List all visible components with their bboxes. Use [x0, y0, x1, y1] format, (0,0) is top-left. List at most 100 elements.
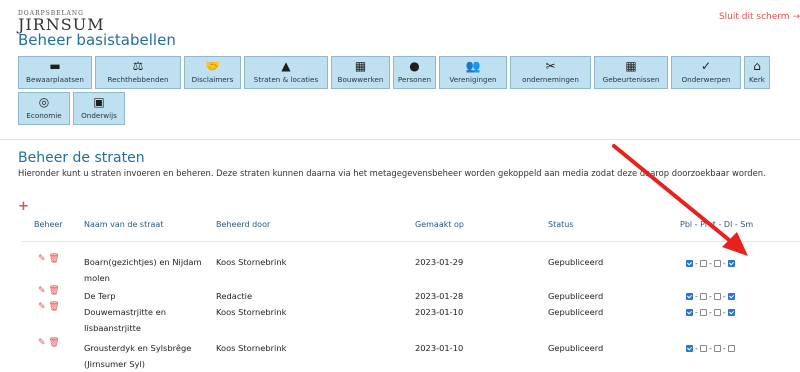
- pbl-checkbox[interactable]: [686, 345, 693, 352]
- nav-straten-locaties-button[interactable]: ▲ Straten & locaties: [244, 56, 328, 89]
- road-icon: ▲: [281, 59, 291, 73]
- created-on: 2023-01-10: [415, 307, 464, 317]
- nav-button-label: Personen: [397, 75, 432, 84]
- nav-ondernemingen-button[interactable]: ✂ ondernemingen: [510, 56, 591, 89]
- dl-checkbox[interactable]: [713, 293, 721, 300]
- sm-checkbox[interactable]: [727, 293, 735, 300]
- nav-button-label: Economie: [26, 111, 62, 120]
- edit-icon[interactable]: ✎: [38, 302, 46, 312]
- created-on: 2023-01-10: [415, 343, 464, 353]
- street-name: Douwemastrjitte en: [84, 307, 166, 317]
- handshake-icon: 🤝: [205, 59, 220, 73]
- users-icon: 👥: [465, 59, 481, 73]
- row-actions: ✎ 🗑: [38, 254, 60, 264]
- prvt-checkbox[interactable]: [699, 309, 707, 316]
- sm-checkbox[interactable]: [727, 260, 735, 267]
- row-actions: ✎ 🗑: [38, 286, 60, 296]
- nav-onderwerpen-button[interactable]: ✓ Onderwerpen: [671, 56, 741, 89]
- flag-checkboxes: ---: [684, 308, 737, 317]
- created-on: 2023-01-28: [415, 291, 464, 301]
- nav-gebeurtenissen-button[interactable]: ▦ Gebeurtenissen: [594, 56, 668, 89]
- edit-icon[interactable]: ✎: [38, 286, 46, 296]
- flag-checkboxes: ---: [684, 344, 737, 353]
- status: Gepubliceerd: [548, 257, 604, 267]
- balance-scale-icon: ⚖: [132, 59, 144, 73]
- row-actions: ✎ 🗑: [38, 338, 60, 348]
- school-icon: ▣: [93, 95, 105, 109]
- add-street-button[interactable]: +: [18, 199, 29, 214]
- archive-icon: ▬: [49, 59, 61, 73]
- nav-disclaimers-button[interactable]: 🤝 Disclaimers: [184, 56, 241, 89]
- site-logo[interactable]: DOARPSBELANG JIRNSUM: [18, 10, 105, 33]
- edit-icon[interactable]: ✎: [38, 254, 46, 264]
- nav-button-label: ondernemingen: [522, 75, 579, 84]
- page-title: Beheer basistabellen: [18, 31, 176, 49]
- sign-out-icon: →: [792, 12, 800, 22]
- nav-bewaarplaatsen-button[interactable]: ▬ Bewaarplaatsen: [18, 56, 92, 89]
- column-header-status[interactable]: Status: [548, 220, 574, 229]
- close-screen-label: Sluit dit scherm: [718, 12, 790, 22]
- nav-rechthebbenden-button[interactable]: ⚖ Rechthebbenden: [95, 56, 181, 89]
- trash-icon[interactable]: 🗑: [48, 254, 59, 264]
- nav-onderwijs-button[interactable]: ▣ Onderwijs: [73, 92, 125, 125]
- prvt-checkbox[interactable]: [699, 293, 707, 300]
- created-on: 2023-01-29: [415, 257, 464, 267]
- dl-checkbox[interactable]: [713, 309, 721, 316]
- nav-button-label: Gebeurtenissen: [602, 75, 660, 84]
- column-header-gemaakt-op[interactable]: Gemaakt op: [415, 220, 464, 229]
- prvt-checkbox[interactable]: [699, 260, 707, 267]
- close-screen-link[interactable]: Sluit dit scherm →: [719, 12, 800, 22]
- trash-icon[interactable]: 🗑: [48, 338, 59, 348]
- basistabellen-nav-row-2: ◎ Economie ▣ Onderwijs: [18, 92, 128, 125]
- section-title: Beheer de straten: [18, 150, 145, 166]
- sm-checkbox[interactable]: [727, 309, 735, 316]
- row-actions: ✎ 🗑: [38, 302, 60, 312]
- nav-kerk-button[interactable]: ⌂ Kerk: [744, 56, 770, 89]
- status: Gepubliceerd: [548, 307, 604, 317]
- section-divider: [0, 139, 800, 140]
- calendar-icon: ▦: [625, 59, 637, 73]
- column-header-beheerd-door[interactable]: Beheerd door: [216, 220, 270, 229]
- trash-icon[interactable]: 🗑: [48, 302, 59, 312]
- basistabellen-nav-row-1: ▬ Bewaarplaatsen ⚖ Rechthebbenden 🤝 Disclai…: [18, 56, 773, 89]
- tools-icon: ✂: [545, 59, 556, 73]
- street-name: De Terp: [84, 291, 116, 301]
- pbl-checkbox[interactable]: [686, 293, 693, 300]
- user-icon: ●: [409, 59, 420, 73]
- nav-button-label: Onderwijs: [81, 111, 117, 120]
- managed-by: Koos Stornebrink: [216, 307, 287, 317]
- trash-icon[interactable]: 🗑: [48, 286, 59, 296]
- nav-economie-button[interactable]: ◎ Economie: [18, 92, 70, 125]
- nav-button-label: Verenigingen: [449, 75, 497, 84]
- dl-checkbox[interactable]: [713, 345, 721, 352]
- managed-by: Koos Stornebrink: [216, 343, 287, 353]
- nav-personen-button[interactable]: ● Personen: [393, 56, 436, 89]
- sm-checkbox[interactable]: [727, 345, 735, 352]
- street-name: Grousterdyk en Sylsbrêge: [84, 343, 192, 353]
- nav-bouwwerken-button[interactable]: ▦ Bouwwerken: [331, 56, 390, 89]
- nav-button-label: Bewaarplaatsen: [26, 75, 84, 84]
- flag-checkboxes: ---: [684, 259, 737, 268]
- nav-button-label: Onderwerpen: [681, 75, 731, 84]
- nav-button-label: Bouwwerken: [337, 75, 384, 84]
- pbl-checkbox[interactable]: [686, 309, 693, 316]
- street-name-cont: Iisbaanstrjitte: [84, 323, 141, 333]
- nav-button-label: Rechthebbenden: [107, 75, 169, 84]
- column-header-naam[interactable]: Naam van de straat: [84, 220, 163, 229]
- street-name-cont: molen: [84, 273, 110, 283]
- church-icon: ⌂: [753, 59, 761, 73]
- nav-verenigingen-button[interactable]: 👥 Verenigingen: [439, 56, 507, 89]
- pbl-checkbox[interactable]: [686, 260, 693, 267]
- building-icon: ▦: [354, 59, 367, 73]
- check-icon: ✓: [700, 59, 712, 73]
- nav-button-label: Straten & locaties: [253, 75, 319, 84]
- dl-checkbox[interactable]: [713, 260, 721, 267]
- street-name: Boarn(gezichtjes) en Nijdam: [84, 257, 202, 267]
- section-intro: Hieronder kunt u straten invoeren en beh…: [18, 168, 766, 178]
- edit-icon[interactable]: ✎: [38, 338, 46, 348]
- coins-icon: ◎: [38, 95, 50, 109]
- managed-by: Redactie: [216, 291, 253, 301]
- nav-button-label: Kerk: [749, 75, 765, 84]
- prvt-checkbox[interactable]: [699, 345, 707, 352]
- street-name-cont: (Jirnsumer Syl): [84, 359, 146, 369]
